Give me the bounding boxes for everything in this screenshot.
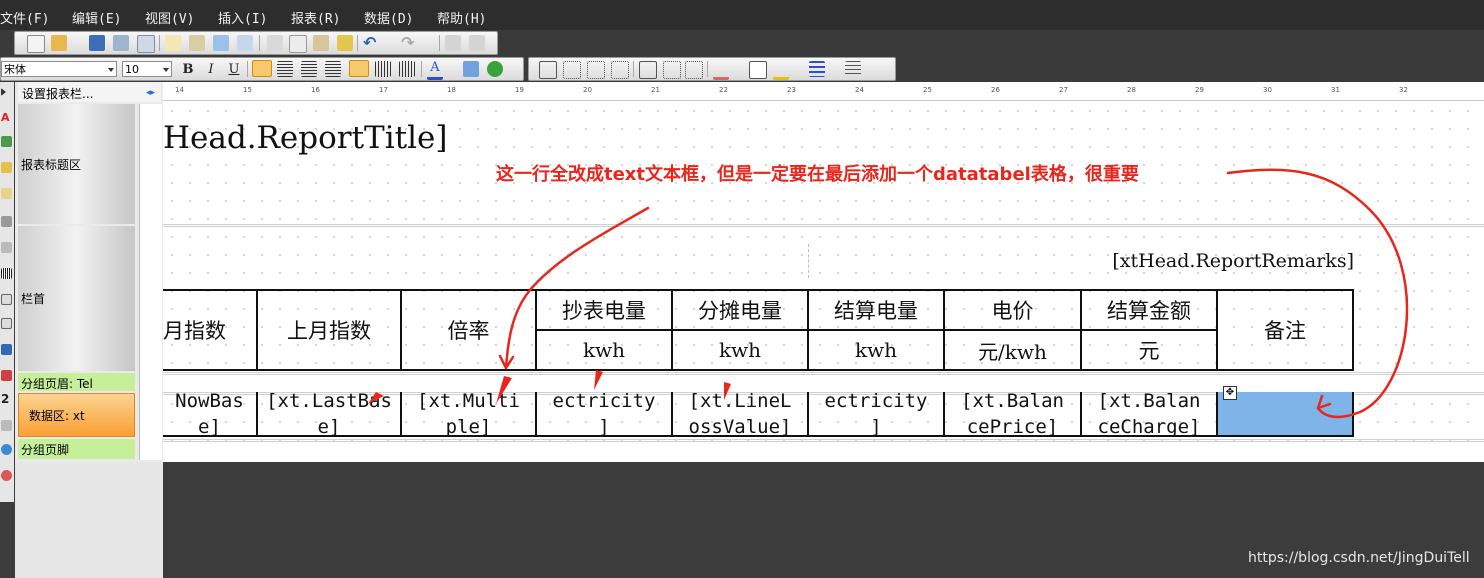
annotation-long-arrow [1226,168,1409,419]
arrow-marker [368,392,384,404]
arrow-marker [594,370,603,390]
annotation-arrowhead [1316,394,1332,410]
annotation-arrows [368,168,1409,419]
watermark-text: https://blog.csdn.net/JingDuiTell [1248,550,1470,566]
arrow-marker [496,376,512,404]
arrow-marker [724,382,731,400]
annotation-arrow-left [504,206,650,370]
